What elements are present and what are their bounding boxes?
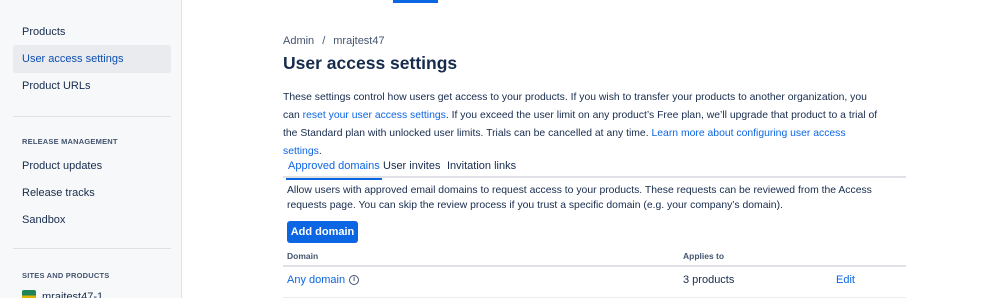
top-nav-active-indicator: [393, 0, 438, 3]
reset-settings-link[interactable]: reset your user access settings: [303, 110, 446, 121]
sidebar-item-products[interactable]: Products: [13, 18, 171, 46]
breadcrumb-item-org[interactable]: mrajtest47: [333, 35, 384, 47]
tab-bar: Approved domains User invites Invitation…: [283, 156, 906, 180]
breadcrumb: Admin / mrajtest47: [283, 35, 385, 47]
page-title: User access settings: [283, 53, 458, 73]
sidebar-site-item[interactable]: mrajtest47-1: [22, 290, 103, 298]
sidebar-heading-release-management: RELEASE MANAGEMENT: [22, 137, 118, 146]
info-icon[interactable]: i: [349, 275, 360, 285]
sidebar-item-release-tracks[interactable]: Release tracks: [13, 179, 171, 207]
sidebar-site-label: mrajtest47-1: [42, 291, 104, 298]
sidebar-item-sandbox[interactable]: Sandbox: [13, 206, 171, 234]
domain-cell: Any domain i: [287, 274, 360, 286]
approved-domains-description: Allow users with approved email domains …: [287, 185, 872, 211]
tab-invitation-links[interactable]: Invitation links: [447, 156, 516, 178]
breadcrumb-item-admin[interactable]: Admin: [283, 35, 314, 47]
sidebar-item-product-updates[interactable]: Product updates: [13, 152, 171, 180]
site-icon: [22, 290, 36, 298]
column-header-applies-to: Applies to: [683, 251, 725, 261]
table-row: Any domain i 3 products Edit: [283, 267, 906, 298]
sidebar-item-product-urls[interactable]: Product URLs: [13, 72, 171, 100]
breadcrumb-separator: /: [322, 35, 326, 47]
intro-text: These settings control how users get acc…: [283, 89, 883, 161]
sidebar-item-user-access-settings[interactable]: User access settings: [13, 45, 171, 73]
sidebar: Products User access settings Product UR…: [0, 0, 182, 298]
sidebar-divider: [13, 248, 171, 249]
column-header-domain: Domain: [287, 251, 319, 261]
edit-link[interactable]: Edit: [836, 274, 855, 286]
domain-link[interactable]: Any domain: [287, 274, 345, 286]
sidebar-divider: [13, 116, 171, 117]
sidebar-heading-sites-and-products: SITES AND PRODUCTS: [22, 271, 110, 280]
tab-approved-domains[interactable]: Approved domains: [286, 156, 382, 180]
tab-user-invites[interactable]: User invites: [383, 156, 440, 178]
add-domain-button[interactable]: Add domain: [287, 221, 358, 243]
applies-to-cell: 3 products: [683, 274, 735, 286]
